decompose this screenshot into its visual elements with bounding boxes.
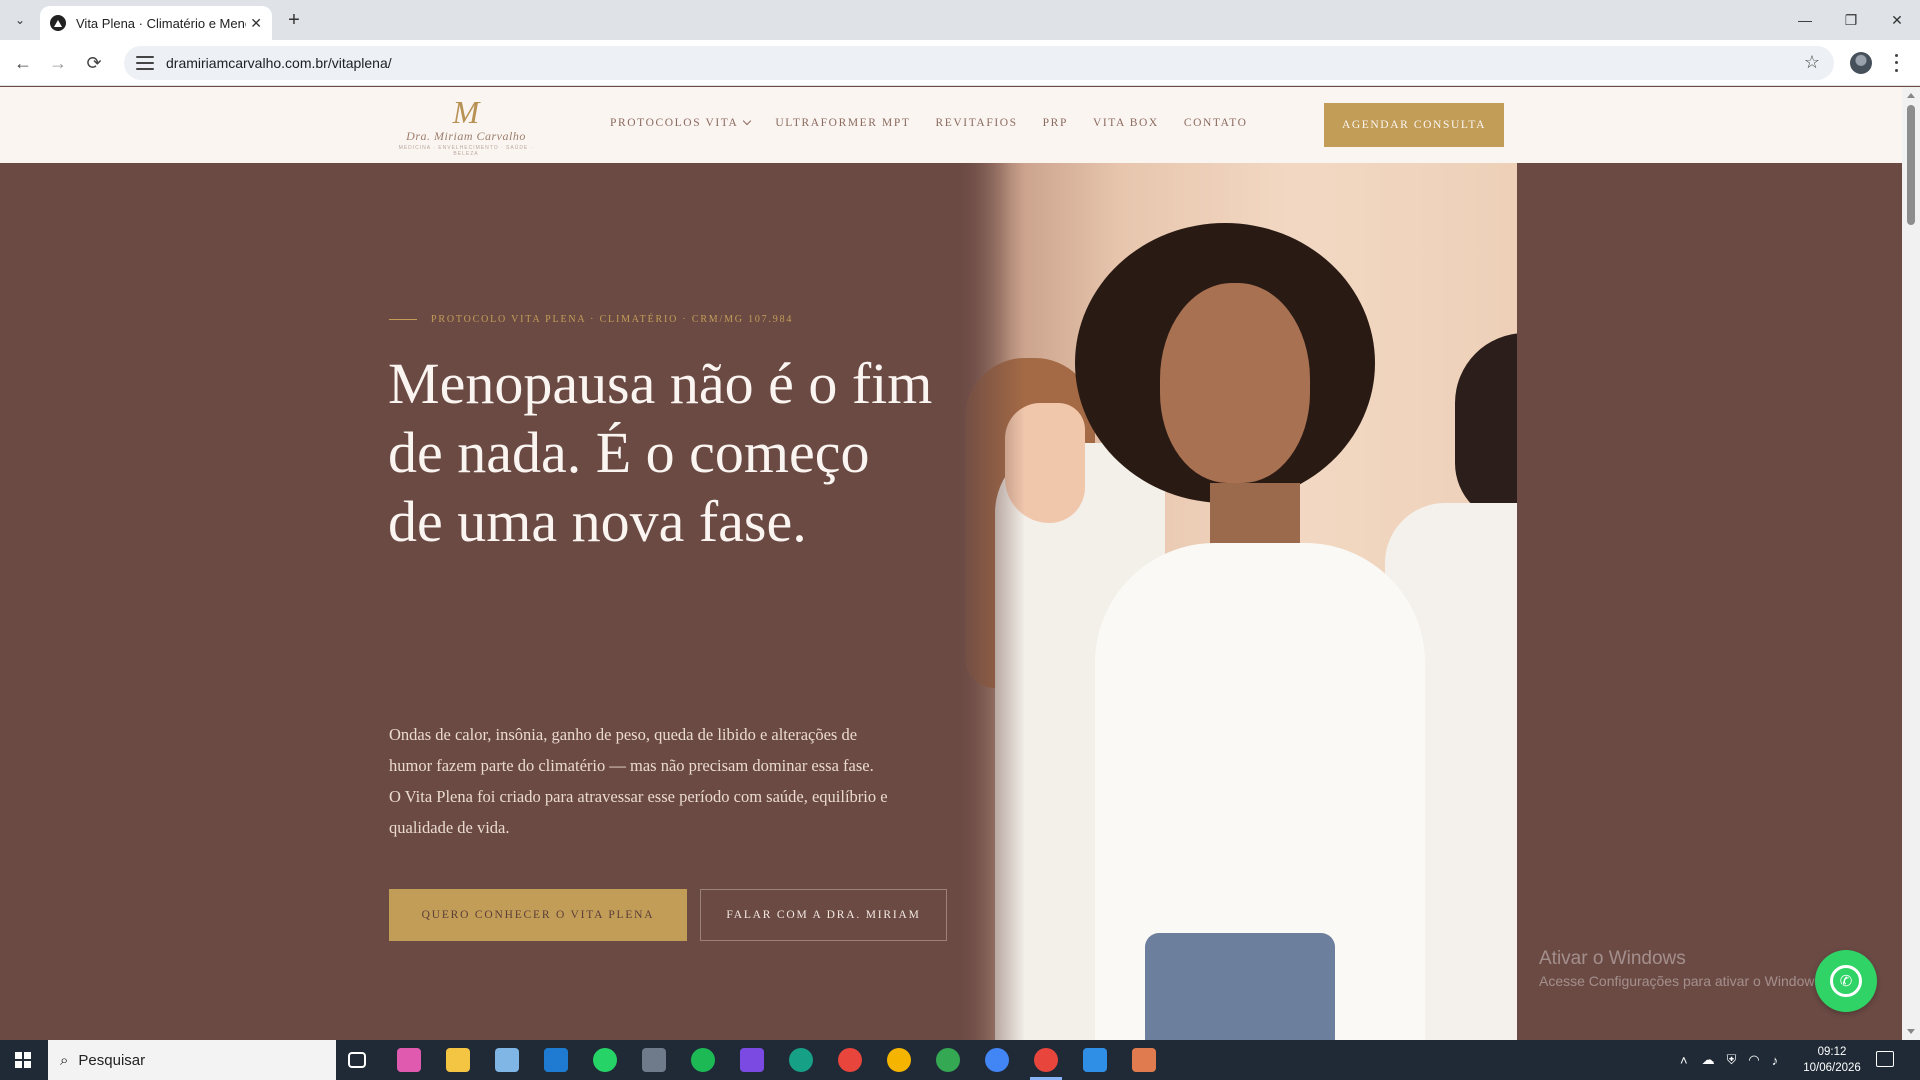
main-nav: PROTOCOLOS VITA ULTRAFORMER MPT REVITAFI… <box>610 116 1273 129</box>
tab-search-button[interactable]: ⌄ <box>8 8 32 32</box>
hero-eyebrow: PROTOCOLO VITA PLENA · CLIMATÉRIO · CRM/… <box>389 314 793 325</box>
taskbar-app-calculator-icon[interactable] <box>642 1048 666 1072</box>
new-tab-button[interactable]: + <box>282 8 306 32</box>
taskbar-search[interactable]: ⌕ Pesquisar <box>48 1040 336 1080</box>
url-text[interactable]: dramiriamcarvalho.com.br/vitaplena/ <box>166 55 392 71</box>
schedule-consultation-button[interactable]: AGENDAR CONSULTA <box>1324 103 1504 147</box>
site-info-icon[interactable] <box>136 56 154 70</box>
back-button[interactable]: ← <box>9 49 37 77</box>
browser-menu-icon[interactable] <box>1892 52 1900 74</box>
whatsapp-float-button[interactable]: ✆ <box>1815 950 1877 1012</box>
discover-vita-plena-button[interactable]: QUERO CONHECER O VITA PLENA <box>389 889 687 941</box>
wifi-icon[interactable]: ◠ <box>1748 1052 1759 1068</box>
taskbar-app-chrome-4-icon[interactable] <box>985 1048 1009 1072</box>
bookmark-star-icon[interactable]: ☆ <box>1804 52 1820 73</box>
scroll-up-icon[interactable] <box>1907 93 1915 98</box>
forward-button[interactable]: → <box>44 49 72 77</box>
taskbar-app-copilot-icon[interactable] <box>397 1048 421 1072</box>
tray-overflow-icon[interactable]: ˄ <box>1680 1053 1688 1068</box>
search-icon: ⌕ <box>60 1051 69 1069</box>
logo-name: Dra. Miriam Carvalho <box>406 129 526 143</box>
nav-item-protocolos-vita[interactable]: PROTOCOLOS VITA <box>610 116 752 129</box>
site-favicon-icon <box>50 15 66 31</box>
nav-label: PROTOCOLOS VITA <box>610 117 739 129</box>
taskbar-app-notepad-icon[interactable] <box>495 1048 519 1072</box>
taskbar-app-spotify-icon[interactable] <box>691 1048 715 1072</box>
volume-icon[interactable]: ♪ <box>1772 1053 1779 1068</box>
activation-text: Acesse Configurações para ativar o Windo… <box>1539 973 1826 989</box>
nav-item-prp[interactable]: PRP <box>1043 117 1068 129</box>
notifications-icon[interactable] <box>1876 1051 1894 1067</box>
address-bar[interactable]: dramiriamcarvalho.com.br/vitaplena/ ☆ <box>124 46 1834 80</box>
reload-button[interactable]: ⟳ <box>80 49 108 77</box>
logo-mark: M <box>452 94 480 130</box>
tab-close-icon[interactable]: ✕ <box>250 15 262 32</box>
taskbar-app-whatsapp-icon[interactable] <box>593 1048 617 1072</box>
site-logo[interactable]: M Dra. Miriam Carvalho MEDICINA · ENVELH… <box>398 94 534 157</box>
start-button[interactable] <box>0 1040 46 1080</box>
taskbar-app-chrome-3-icon[interactable] <box>936 1048 960 1072</box>
profile-avatar[interactable] <box>1850 52 1872 74</box>
system-tray: ˄ ☁ ⛨ ◠ ♪ <box>1680 1040 1778 1080</box>
taskbar-app-task-view-icon[interactable] <box>348 1052 366 1068</box>
headline-line-3: de uma nova fase. <box>388 489 807 554</box>
taskbar-app-chrome-5-icon[interactable] <box>1034 1048 1058 1072</box>
windows-logo-icon <box>15 1052 31 1068</box>
chevron-down-icon: ⌄ <box>14 13 26 27</box>
taskbar-app-outlook-icon[interactable] <box>544 1048 568 1072</box>
taskbar-app-claude-icon[interactable] <box>1132 1048 1156 1072</box>
taskbar-app-vscode-icon[interactable] <box>1083 1048 1107 1072</box>
headline-line-1: Menopausa não é o fim <box>388 351 933 416</box>
taskbar-clock[interactable]: 09:12 10/06/2026 <box>1800 1044 1864 1076</box>
scroll-thumb[interactable] <box>1907 105 1915 225</box>
nav-item-revitafios[interactable]: REVITAFIOS <box>936 117 1018 129</box>
minimize-button[interactable]: — <box>1782 0 1828 40</box>
eyebrow-text: PROTOCOLO VITA PLENA · CLIMATÉRIO · CRM/… <box>431 314 794 325</box>
taskbar-app-chrome-1-icon[interactable] <box>838 1048 862 1072</box>
taskbar-app-edge-icon[interactable] <box>789 1048 813 1072</box>
tab-title: Vita Plena · Climatério e Menop <box>76 15 246 31</box>
hero-photo <box>955 163 1517 1040</box>
taskbar-app-clipchamp-icon[interactable] <box>740 1048 764 1072</box>
browser-toolbar: ← → ⟳ dramiriamcarvalho.com.br/vitaplena… <box>0 40 1920 86</box>
windows-taskbar: ⌕ Pesquisar ˄ ☁ ⛨ ◠ ♪ 09:12 10/06/2026 <box>0 1040 1920 1080</box>
nav-item-vita-box[interactable]: VITA BOX <box>1093 117 1159 129</box>
hero-headline: Menopausa não é o fim de nada. É o começ… <box>388 349 948 556</box>
security-icon[interactable]: ⛨ <box>1727 1052 1737 1068</box>
browser-tab-active[interactable]: Vita Plena · Climatério e Menop ✕ <box>40 6 272 40</box>
talk-to-dra-miriam-button[interactable]: FALAR COM A DRA. MIRIAM <box>700 889 947 941</box>
nav-item-ultraformer[interactable]: ULTRAFORMER MPT <box>775 117 910 129</box>
search-placeholder: Pesquisar <box>78 1051 146 1069</box>
scroll-down-icon[interactable] <box>1907 1029 1915 1034</box>
page-scrollbar[interactable] <box>1902 87 1920 1040</box>
activation-title: Ativar o Windows <box>1539 948 1686 969</box>
headline-line-2: de nada. É o começo <box>388 420 870 485</box>
hero-lead-text: Ondas de calor, insônia, ganho de peso, … <box>389 725 888 837</box>
taskbar-app-file-explorer-icon[interactable] <box>446 1048 470 1072</box>
clock-date: 10/06/2026 <box>1803 1062 1861 1074</box>
window-close-button[interactable]: ✕ <box>1874 0 1920 40</box>
site-header: M Dra. Miriam Carvalho MEDICINA · ENVELH… <box>0 87 1902 163</box>
clock-time: 09:12 <box>1817 1046 1847 1058</box>
restore-button[interactable]: ❐ <box>1828 0 1874 40</box>
hero-section: PROTOCOLO VITA PLENA · CLIMATÉRIO · CRM/… <box>0 163 1902 1040</box>
browser-tabstrip: ⌄ Vita Plena · Climatério e Menop ✕ + — … <box>0 0 1920 40</box>
taskbar-app-chrome-2-icon[interactable] <box>887 1048 911 1072</box>
nav-item-contato[interactable]: CONTATO <box>1184 117 1248 129</box>
logo-tagline: MEDICINA · ENVELHECIMENTO · SAÚDE · BELE… <box>398 145 534 157</box>
onedrive-icon[interactable]: ☁ <box>1702 1052 1715 1068</box>
windows-activation-watermark: Ativar o Windows Acesse Configurações pa… <box>1539 948 1825 989</box>
whatsapp-icon: ✆ <box>1830 965 1862 997</box>
eyebrow-divider <box>389 319 417 320</box>
chevron-down-icon <box>743 116 752 126</box>
